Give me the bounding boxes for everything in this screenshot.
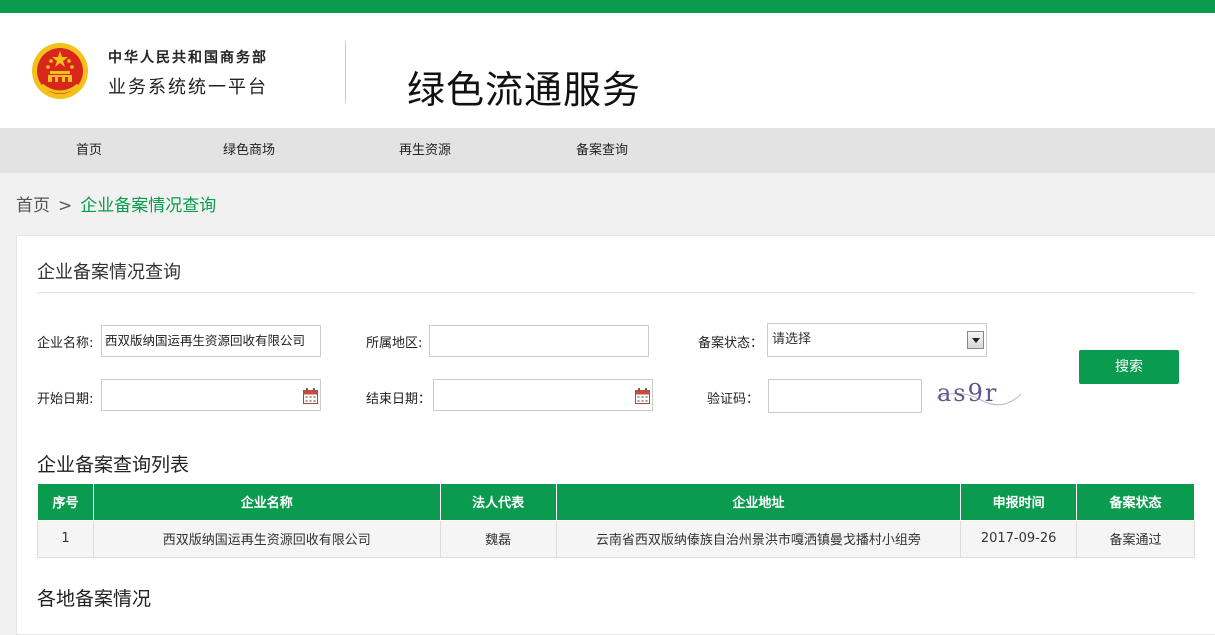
table-row[interactable]: 1 西双版纳国运再生资源回收有限公司 魏磊 云南省西双版纳傣族自治州景洪市嘎洒镇… [37,519,1195,558]
company-input[interactable]: 西双版纳国运再生资源回收有限公司 [101,325,321,357]
main-nav: 首页 绿色商场 再生资源 备案查询 [0,128,1215,173]
chevron-down-icon[interactable] [967,331,984,349]
captcha-label: 验证码： [707,392,760,407]
title-divider [37,292,1195,293]
breadcrumb-home[interactable]: 首页 [16,196,50,216]
query-panel: 企业备案情况查询 企业名称: 西双版纳国运再生资源回收有限公司 所属地区: 备案… [16,235,1215,635]
cell-company: 西双版纳国运再生资源回收有限公司 [92,519,441,558]
breadcrumb-current: 企业备案情况查询 [80,196,217,216]
calendar-icon[interactable] [635,388,650,404]
col-address-header: 企业地址 [555,484,962,521]
captcha-image[interactable]: as9r [929,376,1025,412]
cell-legal-rep: 魏磊 [439,519,557,558]
col-date-header: 申报时间 [960,484,1078,521]
end-date-input[interactable] [433,379,653,411]
status-select[interactable]: 请选择 [767,323,987,357]
col-legal-rep-header: 法人代表 [439,484,557,521]
service-title: 绿色流通服务 [407,68,642,112]
start-date-label: 开始日期: [37,392,94,407]
breadcrumb-separator: > [58,196,73,216]
company-label: 企业名称: [37,336,94,351]
region-input[interactable] [429,325,649,357]
query-title: 企业备案情况查询 [37,262,181,283]
status-label: 备案状态： [698,336,764,351]
calendar-icon[interactable] [303,388,318,404]
start-date-input[interactable] [101,379,321,411]
search-button[interactable]: 搜索 [1079,350,1179,384]
end-date-label: 结束日期： [366,392,432,407]
result-table: 序号 企业名称 法人代表 企业地址 申报时间 备案状态 1 西双版纳国运再生资源… [37,484,1195,558]
nav-item-home[interactable]: 首页 [76,128,102,173]
national-emblem-icon [32,43,88,99]
result-list-title: 企业备案查询列表 [37,454,190,476]
breadcrumb: 首页 > 企业备案情况查询 [16,191,216,216]
region-label: 所属地区: [366,336,423,351]
region-filing-title: 各地备案情况 [37,588,152,610]
nav-item-green-mall[interactable]: 绿色商场 [223,128,275,173]
cell-address: 云南省西双版纳傣族自治州景洪市嘎洒镇曼戈播村小组旁 [555,519,962,558]
col-status-header: 备案状态 [1076,484,1195,521]
nav-item-filing-query[interactable]: 备案查询 [576,128,628,173]
captcha-text: as9r [937,379,998,407]
header-divider [345,41,346,103]
captcha-input[interactable] [768,379,922,413]
cell-date: 2017-09-26 [960,519,1078,558]
status-select-value: 请选择 [772,332,812,347]
cell-index: 1 [37,519,94,558]
col-index-header: 序号 [37,484,94,521]
org-line2: 业务系统统一平台 [108,77,268,98]
cell-status: 备案通过 [1076,519,1195,558]
nav-item-recycling[interactable]: 再生资源 [399,128,451,173]
top-accent-bar [0,0,1215,13]
site-header: 中华人民共和国商务部 业务系统统一平台 绿色流通服务 [0,13,1215,128]
table-header-row: 序号 企业名称 法人代表 企业地址 申报时间 备案状态 [37,484,1195,521]
org-line1: 中华人民共和国商务部 [108,50,268,66]
org-name: 中华人民共和国商务部 业务系统统一平台 [108,47,268,99]
col-company-header: 企业名称 [92,484,441,521]
